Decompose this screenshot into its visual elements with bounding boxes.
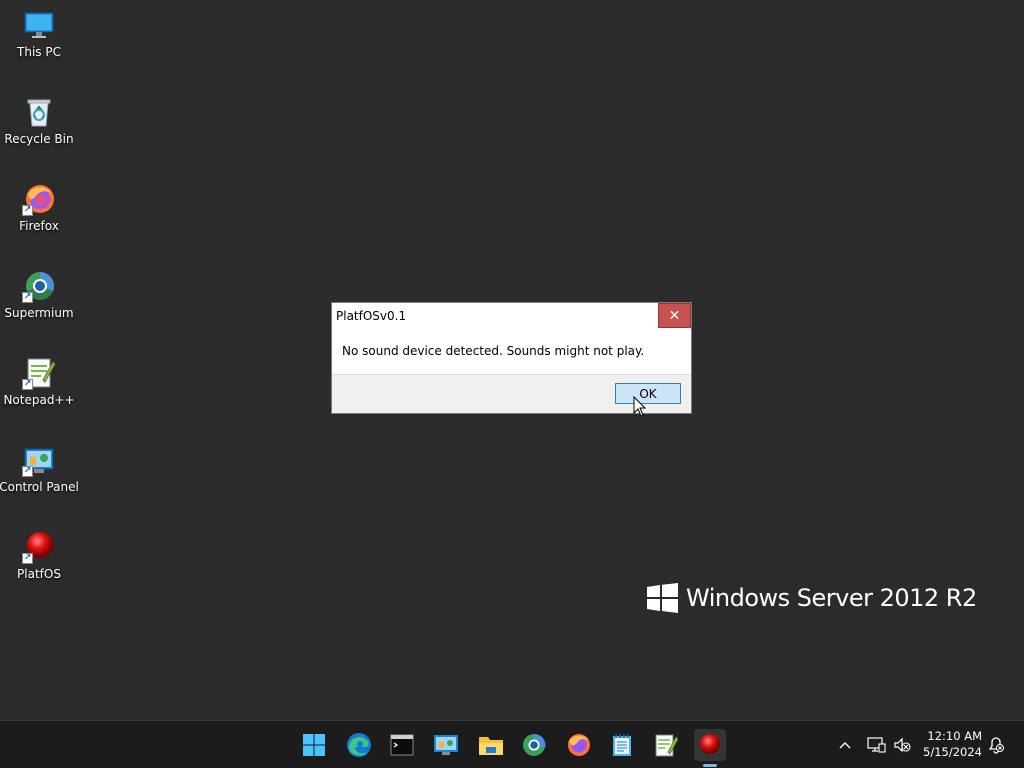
notifications-button[interactable] (986, 735, 1006, 755)
desktop-icon-control-panel[interactable]: ↗ Control Panel (0, 439, 79, 511)
close-button[interactable]: ✕ (658, 303, 691, 328)
close-icon: ✕ (668, 307, 681, 324)
desktop-icon-firefox[interactable]: ↗ Firefox (2, 178, 76, 250)
taskbar-control-panel[interactable] (430, 729, 462, 761)
volume-button[interactable] (892, 735, 912, 755)
os-watermark: Windows Server 2012 R2 (647, 583, 977, 613)
clock[interactable]: 12:10 AM 5/15/2024 (920, 728, 982, 760)
network-button[interactable] (866, 735, 886, 755)
shortcut-arrow-icon: ↗ (22, 466, 33, 477)
show-hidden-icons-button[interactable] (835, 735, 855, 755)
desktop-icon-this-pc[interactable]: This PC (2, 4, 76, 76)
shortcut-arrow-icon: ↗ (22, 379, 33, 390)
supermium-icon (523, 733, 546, 756)
taskbar-terminal[interactable] (386, 729, 418, 761)
dialog-title: PlatfOSv0.1 (336, 309, 407, 323)
taskbar-file-explorer[interactable] (475, 729, 507, 761)
notepad-plus-plus-icon: ↗ (22, 356, 56, 390)
network-icon (867, 737, 886, 753)
notepad-plus-plus-icon (655, 734, 678, 757)
notification-icon (988, 737, 1004, 754)
recycle-bin-icon (22, 95, 56, 129)
platfos-icon: ↗ (22, 530, 56, 564)
monitor-icon (22, 8, 56, 42)
mouse-cursor-icon (633, 396, 647, 417)
edge-icon (347, 733, 371, 757)
desktop-icon-label: Recycle Bin (4, 132, 74, 146)
dialog-message: No sound device detected. Sounds might n… (342, 344, 645, 358)
volume-muted-icon (894, 737, 911, 753)
firefox-icon (568, 734, 590, 756)
desktop-icon-label: Control Panel (0, 480, 79, 494)
desktop-icon-platfos[interactable]: ↗ PlatfOS (2, 526, 76, 598)
control-panel-icon: ↗ (22, 443, 56, 477)
taskbar-notepad-plus-plus[interactable] (650, 729, 682, 761)
desktop-icon-notepad-plus-plus[interactable]: ↗ Notepad++ (2, 352, 76, 424)
taskbar-firefox[interactable] (563, 729, 595, 761)
notepad-icon (613, 734, 631, 756)
desktop-icon-label: Firefox (19, 219, 59, 233)
desktop-icon-supermium[interactable]: ↗ Supermium (2, 265, 76, 337)
desktop-icon-label: PlatfOS (17, 567, 61, 581)
firefox-icon: ↗ (22, 182, 56, 216)
taskbar-supermium[interactable] (518, 729, 550, 761)
taskbar-notepad[interactable] (606, 729, 638, 761)
taskbar: 12:10 AM 5/15/2024 (0, 720, 1024, 768)
desktop-icon-label: Supermium (4, 306, 74, 320)
start-button[interactable] (298, 729, 330, 761)
active-app-indicator (703, 764, 717, 767)
taskbar-edge[interactable] (343, 729, 375, 761)
dialog-titlebar[interactable]: PlatfOSv0.1 ✕ (332, 303, 691, 328)
shortcut-arrow-icon: ↗ (22, 292, 33, 303)
control-panel-icon (434, 735, 458, 755)
shortcut-arrow-icon: ↗ (22, 205, 33, 216)
folder-icon (479, 737, 503, 755)
windows-logo-icon (303, 734, 325, 756)
dialog-message-area: No sound device detected. Sounds might n… (332, 328, 691, 375)
shortcut-arrow-icon: ↗ (22, 553, 33, 564)
desktop-icon-recycle-bin[interactable]: Recycle Bin (2, 91, 76, 163)
desktop-icon-label: Notepad++ (3, 393, 75, 407)
ok-button[interactable]: OK (615, 383, 681, 404)
chevron-up-icon (839, 742, 851, 749)
watermark-text: Windows Server 2012 R2 (686, 584, 977, 612)
taskbar-platfos[interactable] (694, 729, 726, 767)
clock-date: 5/15/2024 (923, 745, 982, 759)
windows-logo-icon (647, 583, 678, 613)
clock-time: 12:10 AM (927, 729, 982, 743)
platfos-icon (700, 734, 720, 754)
terminal-icon (390, 734, 414, 756)
desktop-icon-label: This PC (17, 45, 61, 59)
supermium-icon: ↗ (22, 269, 56, 303)
